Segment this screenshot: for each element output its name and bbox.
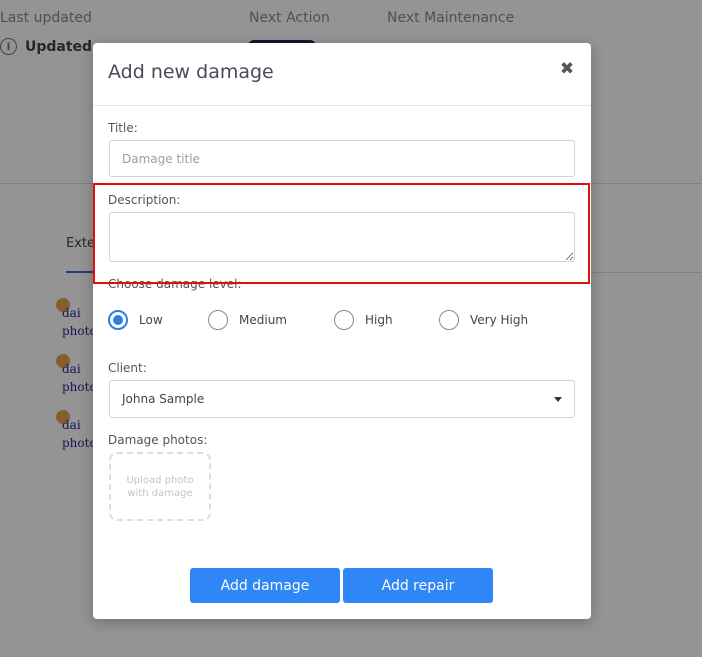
client-select[interactable]: Johna Sample xyxy=(109,380,575,418)
damage-photos-label: Damage photos: xyxy=(108,433,208,447)
close-icon[interactable]: ✖ xyxy=(558,59,576,79)
radio-very-high-circle[interactable] xyxy=(439,310,459,330)
radio-high-circle[interactable] xyxy=(334,310,354,330)
description-textarea[interactable] xyxy=(109,212,575,262)
damage-level-radio-group: Low Medium High Very High xyxy=(108,310,578,334)
client-select-value: Johna Sample xyxy=(122,392,205,406)
chevron-down-icon xyxy=(554,396,562,402)
damage-title-input[interactable] xyxy=(109,140,575,177)
client-label: Client: xyxy=(108,361,147,375)
radio-high[interactable]: High xyxy=(334,310,393,330)
description-label: Description: xyxy=(108,193,181,207)
radio-low[interactable]: Low xyxy=(108,310,163,330)
radio-medium[interactable]: Medium xyxy=(208,310,287,330)
upload-photo-dropzone[interactable]: Upload photo with damage xyxy=(109,452,211,521)
add-damage-modal: Add new damage ✖ Title: Description: Cho… xyxy=(93,43,591,619)
radio-very-high[interactable]: Very High xyxy=(439,310,528,330)
radio-very-high-label: Very High xyxy=(470,313,529,327)
radio-low-circle[interactable] xyxy=(108,310,128,330)
add-repair-button[interactable]: Add repair xyxy=(343,568,493,603)
modal-title: Add new damage xyxy=(108,61,274,83)
upload-photo-text: Upload photo with damage xyxy=(126,474,194,499)
add-damage-button[interactable]: Add damage xyxy=(190,568,340,603)
radio-low-label: Low xyxy=(139,313,163,327)
radio-medium-circle[interactable] xyxy=(208,310,228,330)
damage-level-label: Choose damage level: xyxy=(108,277,242,291)
modal-header: Add new damage ✖ xyxy=(93,43,591,106)
radio-medium-label: Medium xyxy=(239,313,287,327)
radio-high-label: High xyxy=(365,313,393,327)
title-label: Title: xyxy=(108,121,138,135)
